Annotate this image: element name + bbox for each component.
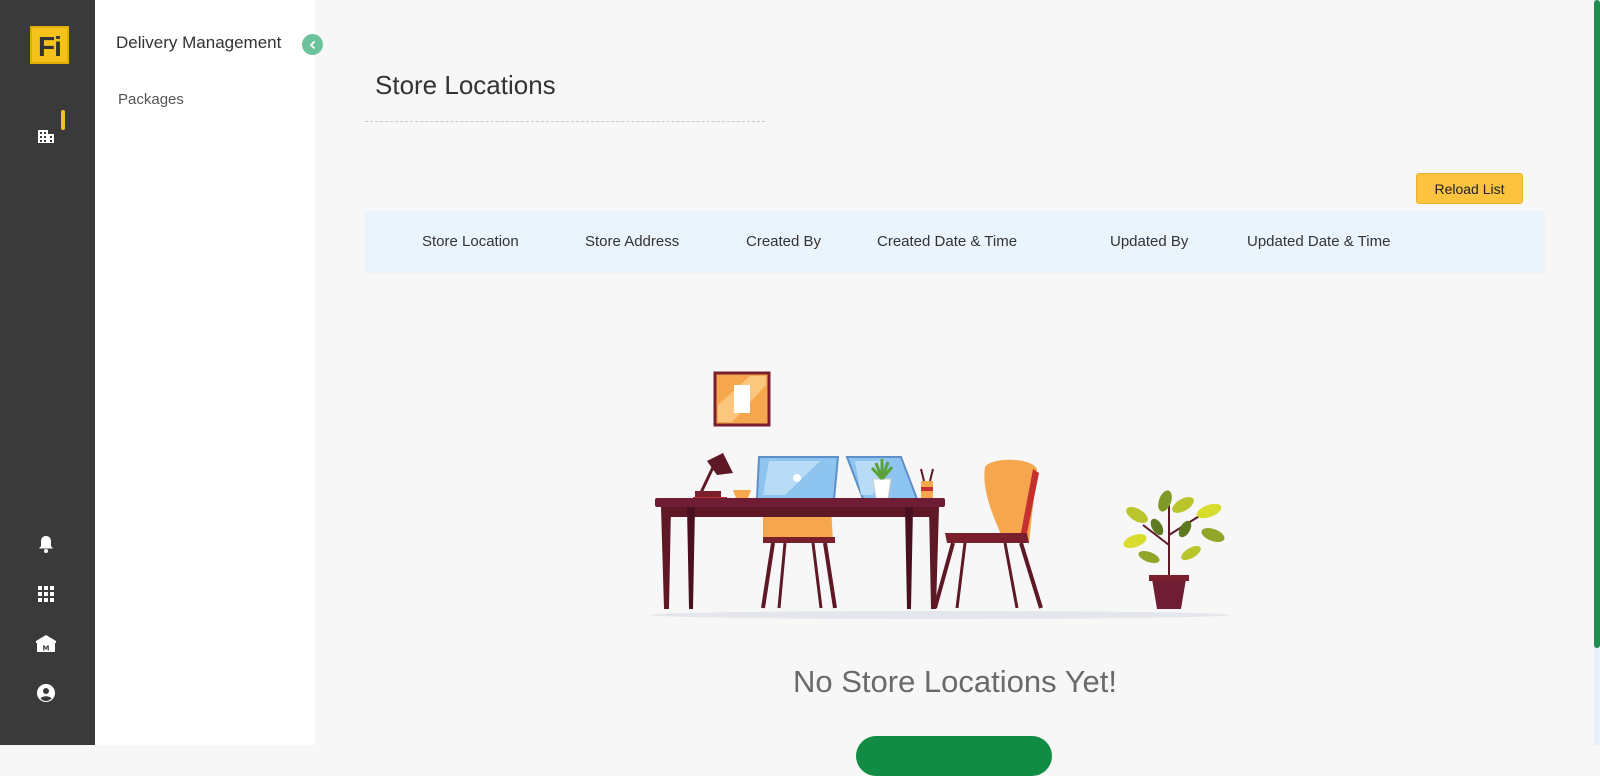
- empty-state-illustration: [650, 371, 1230, 619]
- active-indicator: [61, 110, 65, 130]
- scrollbar-thumb[interactable]: [1594, 0, 1600, 648]
- column-header-created-by[interactable]: Created By: [746, 233, 821, 250]
- chevron-left-icon: [309, 40, 315, 49]
- reload-list-button[interactable]: Reload List: [1416, 173, 1523, 204]
- apps-grid-icon[interactable]: [33, 581, 59, 607]
- bell-icon[interactable]: [33, 531, 59, 557]
- title-divider: [365, 121, 765, 122]
- sub-navigation: Delivery Management Packages: [95, 0, 315, 745]
- account-circle-icon[interactable]: [33, 680, 59, 706]
- subnav-item-packages[interactable]: Packages: [118, 91, 184, 108]
- empty-state-message: No Store Locations Yet!: [792, 664, 1117, 699]
- add-store-location-button[interactable]: [856, 736, 1052, 776]
- column-header-updated-by[interactable]: Updated By: [1110, 233, 1188, 250]
- collapse-sidebar-button[interactable]: [302, 34, 323, 55]
- column-header-created-date[interactable]: Created Date & Time: [877, 233, 1017, 250]
- svg-text:M: M: [43, 645, 50, 653]
- table-header: Store Location Store Address Created By …: [365, 211, 1545, 273]
- icon-rail: Fi M: [0, 0, 95, 745]
- column-header-updated-date[interactable]: Updated Date & Time: [1247, 233, 1390, 250]
- main-content: Store Locations Reload List Store Locati…: [315, 0, 1600, 776]
- subnav-title: Delivery Management: [116, 33, 282, 52]
- page-title: Store Locations: [375, 70, 556, 100]
- building-icon[interactable]: [33, 122, 59, 148]
- bank-icon[interactable]: M: [33, 631, 59, 657]
- column-header-store-address[interactable]: Store Address: [585, 233, 679, 250]
- app-logo[interactable]: Fi: [30, 26, 69, 64]
- column-header-store-location[interactable]: Store Location: [422, 233, 519, 250]
